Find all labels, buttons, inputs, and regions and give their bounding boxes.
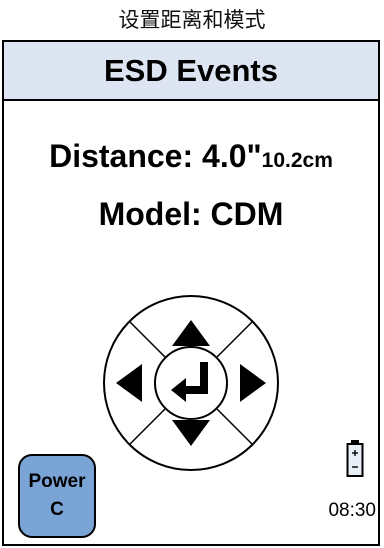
enter-button[interactable]: [154, 346, 228, 420]
power-button[interactable]: Power C: [18, 454, 96, 538]
device-screen: ESD Events Distance: 4.0"10.2cm Model: C…: [2, 40, 380, 546]
distance-readout: Distance: 4.0"10.2cm: [4, 136, 378, 181]
distance-cm: 10.2cm: [261, 149, 333, 172]
direction-pad: [103, 295, 279, 471]
power-button-label: Power: [28, 471, 86, 492]
clock-time: 08:30: [328, 500, 376, 521]
page-caption: 设置距离和模式: [118, 8, 266, 32]
dpad-center-ring: [154, 346, 228, 420]
distance-inches: Distance: 4.0": [49, 138, 262, 174]
power-button-channel: C: [50, 499, 64, 520]
screen-title: ESD Events: [4, 42, 378, 101]
model-readout: Model: CDM: [98, 196, 284, 232]
battery-icon: [346, 440, 364, 477]
